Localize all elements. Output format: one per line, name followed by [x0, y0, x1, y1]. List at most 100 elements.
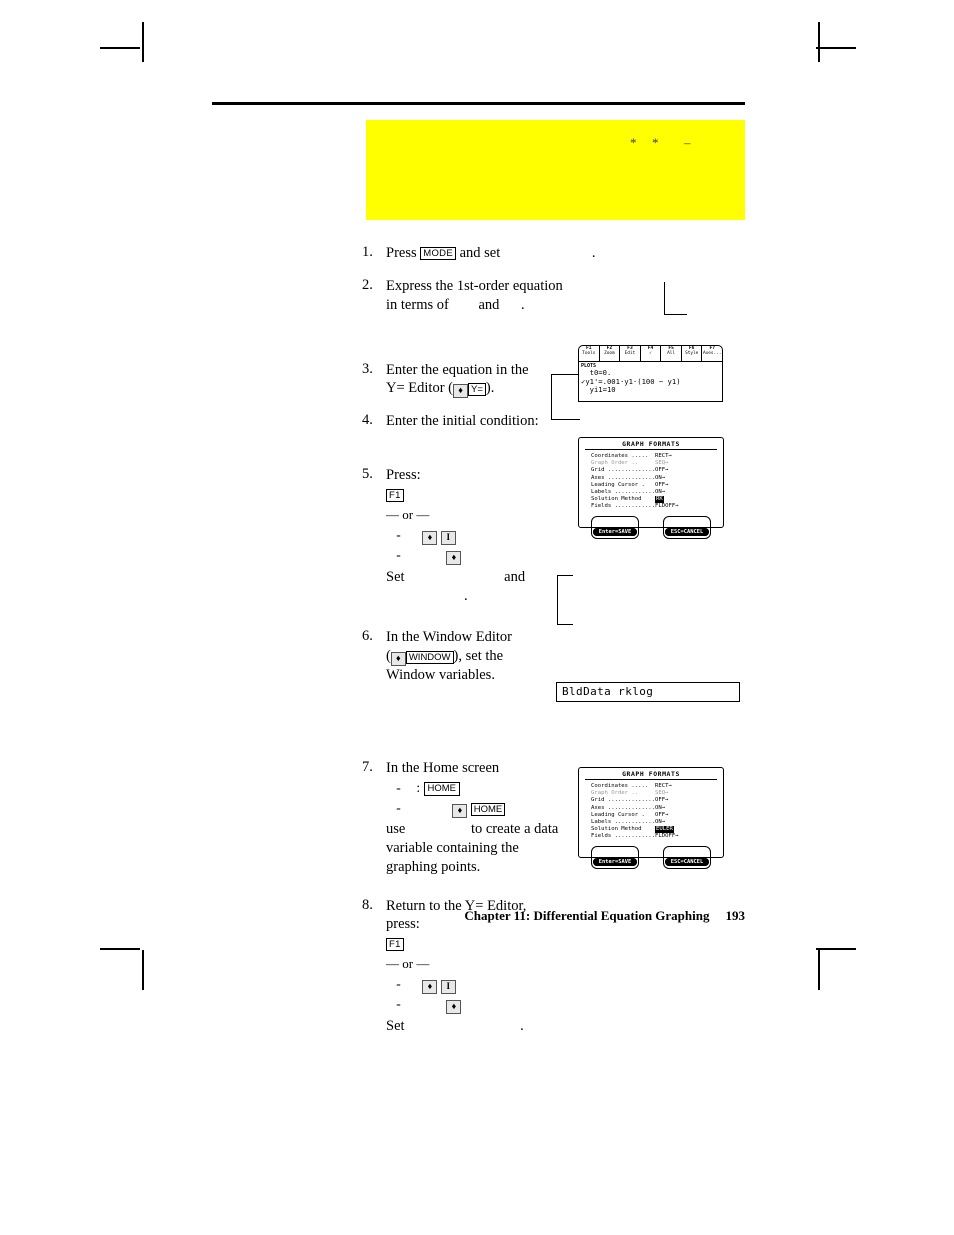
step-1-period: . — [591, 245, 596, 261]
step-6-line-1: In the Window Editor — [386, 628, 513, 645]
step-4-number: 4. — [362, 412, 373, 429]
toolbar-f6-style[interactable]: F6 Style — [682, 346, 703, 361]
toolbar-f5-all[interactable]: F5 All — [661, 346, 682, 361]
step-2-in-terms-of-label: in terms of — [386, 296, 449, 313]
leader-bracket-step-2 — [664, 282, 687, 315]
format-label-leading-cursor: Leading Cursor . — [591, 811, 645, 818]
step-1-number: 1. — [362, 244, 373, 260]
bar-key[interactable]: I — [440, 530, 456, 545]
step-5-alt-2: - ♦ — [392, 545, 622, 566]
format-row-axes[interactable]: Axes ............... ON→ — [591, 475, 723, 482]
y-editor-equation-list: PLOTS t0=0. ✓y1'=.001·y1·(100 − y1) yi1=… — [579, 362, 722, 395]
header-rule — [212, 102, 745, 105]
save-button[interactable]: Enter=SAVE — [592, 527, 638, 536]
toolbar-f1-tools[interactable]: F1 Tools — [579, 346, 600, 361]
step-6-number: 6. — [362, 627, 373, 644]
toolbar-f2-zoom[interactable]: F2 Zoom — [600, 346, 621, 361]
mode-key[interactable]: MODE — [420, 247, 456, 260]
diamond-key[interactable]: ♦ — [452, 384, 468, 399]
format-label-labels: Labels ............ — [591, 819, 655, 826]
toolbar-f7-axes[interactable]: F7 Axes... — [702, 346, 722, 361]
step-1-press-label: Press — [386, 245, 417, 261]
diamond-key[interactable]: ♦ — [446, 551, 462, 566]
f1-key[interactable]: F1 — [386, 489, 404, 503]
format-row-labels[interactable]: Labels ............ ON→ — [591, 489, 723, 496]
format-row-graph-order[interactable]: Graph Order .. SEQ→ — [591, 790, 723, 797]
bar-key[interactable]: I — [440, 979, 456, 994]
graph-formats-2-title: GRAPH FORMATS — [622, 770, 680, 778]
step-4: 4. Enter the initial condition: — [362, 412, 622, 431]
crop-mark-bottom-right-v — [818, 950, 820, 990]
toolbar-f3-edit[interactable]: F3 Edit — [620, 346, 641, 361]
step-7-alt-1-dash: - — [396, 779, 401, 795]
format-value-coordinates: RECT→ — [655, 783, 672, 789]
format-row-labels[interactable]: Labels ............ ON→ — [591, 819, 723, 826]
step-3-editor-label: Y= Editor ( — [386, 380, 453, 397]
crop-mark-bottom-left-v — [142, 950, 144, 990]
step-8-set-label: Set — [386, 1018, 405, 1035]
format-row-leading-cursor[interactable]: Leading Cursor . OFF→ — [591, 812, 723, 819]
step-6-line-2: (♦ WINDOW), set the — [386, 647, 622, 666]
format-row-leading-cursor[interactable]: Leading Cursor . OFF→ — [591, 482, 723, 489]
cancel-button[interactable]: ESC=CANCEL — [664, 527, 710, 536]
home-key[interactable]: HOME — [470, 802, 506, 816]
y-editor-line-yi1[interactable]: yi1=10 — [581, 386, 722, 395]
crop-mark-top-right-h — [816, 47, 856, 49]
format-row-solution-method[interactable]: Solution Method RK — [591, 496, 723, 504]
step-3-close-paren: ). — [485, 380, 495, 397]
home-key[interactable]: HOME — [423, 781, 461, 796]
y-editor-screen: F1 Tools F2 Zoom F3 Edit F4 ✓ F5 All F6 Style … — [578, 345, 723, 402]
format-value-graph-order: SEQ→ — [655, 460, 669, 467]
diamond-key[interactable]: ♦ — [446, 1000, 462, 1015]
format-row-coordinates[interactable]: Coordinates ..... RECT→ — [591, 783, 723, 790]
step-3-number: 3. — [362, 360, 373, 377]
format-value-leading-cursor: OFF→ — [655, 811, 669, 818]
step-2-line-2: in terms of and . — [386, 296, 622, 315]
format-label-axes: Axes ............... — [591, 474, 655, 481]
format-row-solution-method[interactable]: Solution Method EULER — [591, 826, 723, 834]
diamond-key[interactable]: ♦ — [422, 530, 438, 545]
toolbar-f2-label: Zoom — [604, 350, 615, 356]
toolbar-f7-label: Axes... — [703, 350, 722, 356]
graph-formats-dialog-2: GRAPH FORMATS Coordinates ..... RECT→ Gra… — [578, 767, 724, 869]
format-label-solution-method: Solution Method — [591, 496, 642, 503]
step-5-and-label: and — [504, 569, 526, 586]
format-row-grid[interactable]: Grid ................ OFF→ — [591, 467, 723, 474]
format-row-coordinates[interactable]: Coordinates ..... RECT→ — [591, 453, 723, 460]
format-label-graph-order: Graph Order .. — [591, 460, 639, 467]
save-button[interactable]: Enter=SAVE — [592, 857, 638, 866]
toolbar-f4-check[interactable]: F4 ✓ — [641, 346, 662, 361]
step-8-alt-1: - ♦ I — [392, 974, 622, 994]
format-value-leading-cursor: OFF→ — [655, 481, 669, 488]
format-row-graph-order[interactable]: Graph Order .. SEQ→ — [591, 460, 723, 467]
format-label-axes: Axes ............... — [591, 804, 655, 811]
format-value-solution-method: EULER — [655, 826, 674, 834]
diamond-key[interactable]: ♦ — [390, 651, 406, 666]
crop-mark-top-left-v — [142, 22, 144, 62]
format-row-fields[interactable]: Fields ............. FLDOFF→ — [591, 503, 723, 510]
format-value-solution-method: RK — [655, 496, 664, 504]
step-1-and-set-label: and set — [459, 245, 501, 261]
step-2-text: Express the 1st-order equation in terms … — [386, 277, 622, 315]
diamond-key[interactable]: ♦ — [422, 979, 438, 994]
diamond-key[interactable]: ♦ — [452, 803, 468, 818]
graph-formats-1-title-rule — [585, 449, 717, 450]
y-equals-key[interactable]: Y= — [467, 383, 486, 397]
home-screen-entry-line[interactable]: BldData rklog — [556, 682, 740, 702]
format-label-fields: Fields ............. — [591, 503, 655, 510]
cancel-button-wrap: ESC=CANCEL — [662, 515, 712, 539]
format-row-axes[interactable]: Axes ............... ON→ — [591, 805, 723, 812]
format-label-coordinates: Coordinates ..... — [591, 453, 649, 459]
f1-key[interactable]: F1 — [386, 938, 404, 952]
note-asterisk-2: * — [652, 135, 659, 150]
graph-formats-1-rows: Coordinates ..... RECT→ Graph Order .. SEQ… — [579, 453, 723, 511]
format-row-fields[interactable]: Fields ............. FLDOFF→ — [591, 833, 723, 840]
step-7-number: 7. — [362, 758, 373, 775]
format-row-grid[interactable]: Grid ................ OFF→ — [591, 797, 723, 804]
step-2-period: . — [521, 296, 525, 313]
y-editor-toolbar: F1 Tools F2 Zoom F3 Edit F4 ✓ F5 All F6 Style … — [579, 346, 722, 362]
window-key[interactable]: WINDOW — [405, 650, 454, 664]
toolbar-f4-label: ✓ — [649, 350, 652, 356]
format-value-fields: FLDOFF→ — [655, 833, 679, 840]
cancel-button[interactable]: ESC=CANCEL — [664, 857, 710, 866]
